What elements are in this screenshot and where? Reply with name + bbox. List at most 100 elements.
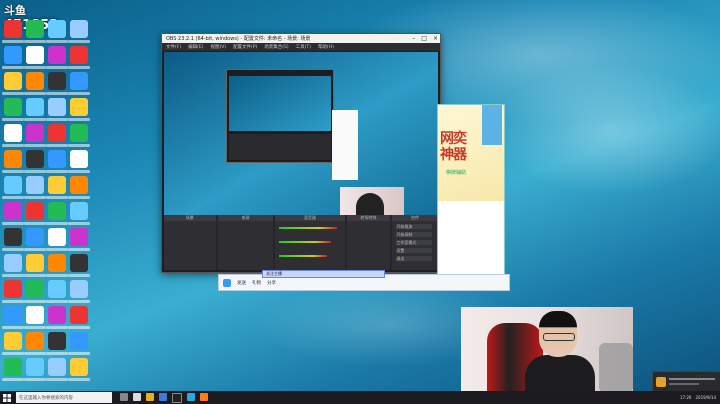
desktop-icon[interactable]	[2, 228, 24, 251]
desktop-icon[interactable]	[68, 306, 90, 329]
desktop-icon[interactable]	[68, 332, 90, 355]
desktop-icon[interactable]	[68, 150, 90, 173]
desktop-icon[interactable]	[24, 254, 46, 277]
obs-titlebar[interactable]: OBS 23.2.1 (64-bit, windows) - 配置文件: 未命名…	[162, 34, 440, 43]
dock-title: 来源	[217, 215, 274, 221]
desktop-icon[interactable]	[2, 306, 24, 329]
menu-profile[interactable]: 配置文件(P)	[233, 44, 257, 50]
desktop-icon[interactable]	[24, 332, 46, 355]
desktop-icon[interactable]	[2, 254, 24, 277]
desktop-icon[interactable]	[46, 202, 68, 225]
qq-icon[interactable]	[187, 392, 195, 401]
desktop-icon[interactable]	[68, 358, 90, 381]
desktop-icon[interactable]	[24, 150, 46, 173]
clock-time[interactable]: 17:26	[680, 395, 692, 400]
desktop-icon[interactable]	[46, 280, 68, 303]
desktop-icon[interactable]	[46, 228, 68, 251]
douyu-icon[interactable]	[200, 392, 208, 401]
desktop-icon[interactable]	[24, 124, 46, 147]
desktop-icon[interactable]	[46, 176, 68, 199]
menu-file[interactable]: 文件(F)	[166, 44, 181, 50]
desktop-icon[interactable]	[68, 98, 90, 121]
desktop-icon[interactable]	[2, 358, 24, 381]
desktop-icon[interactable]	[46, 124, 68, 147]
menu-edit[interactable]: 编辑(E)	[188, 44, 203, 50]
menu-help[interactable]: 帮助(H)	[318, 44, 334, 50]
desktop-icon[interactable]	[68, 176, 90, 199]
desktop-icon[interactable]	[24, 176, 46, 199]
desktop-icon[interactable]	[2, 20, 24, 43]
emoji-icon[interactable]	[223, 278, 231, 287]
desktop-icon[interactable]	[46, 46, 68, 69]
sources-dock[interactable]: 来源	[217, 215, 274, 270]
transitions-dock[interactable]: 转场特效	[346, 215, 391, 270]
desktop-icon[interactable]	[2, 150, 24, 173]
settings-button[interactable]: 设置	[396, 248, 433, 253]
scenes-dock[interactable]: 场景	[164, 215, 216, 270]
desktop-icon[interactable]	[46, 254, 68, 277]
desktop-icon[interactable]	[46, 150, 68, 173]
start-recording-button[interactable]: 开始录制	[396, 232, 433, 237]
desktop-icon[interactable]	[46, 72, 68, 95]
desktop-icon[interactable]	[2, 98, 24, 121]
start-button[interactable]	[0, 391, 14, 404]
chat-send[interactable]: 发送	[237, 280, 246, 286]
desktop-icon[interactable]	[24, 228, 46, 251]
desktop-icon[interactable]	[2, 202, 24, 225]
menu-scene-collection[interactable]: 场景集合(S)	[264, 44, 288, 50]
window-buttons: – □ ×	[412, 35, 438, 42]
desktop-icon[interactable]	[24, 280, 46, 303]
chat-share[interactable]: 分享	[267, 280, 276, 286]
menu-view[interactable]: 视图(V)	[210, 44, 226, 50]
desktop-icon[interactable]	[24, 46, 46, 69]
desktop-icon[interactable]	[46, 20, 68, 43]
follow-pill[interactable]: 关注主播	[262, 270, 385, 278]
desktop-icon[interactable]	[68, 72, 90, 95]
desktop-icon[interactable]	[68, 228, 90, 251]
exit-button[interactable]: 退出	[396, 256, 433, 261]
store-icon[interactable]	[159, 392, 167, 401]
mixer-dock[interactable]: 混音器	[275, 215, 345, 270]
desktop-icon[interactable]	[46, 332, 68, 355]
studio-mode-button[interactable]: 工作室模式	[396, 240, 433, 245]
desktop-icon[interactable]	[2, 332, 24, 355]
taskbar-search[interactable]: 在这里输入你要搜索的内容	[16, 392, 112, 403]
chat-gift[interactable]: 礼物	[252, 280, 261, 286]
dock-title: 控件	[392, 215, 438, 221]
desktop-icon[interactable]	[68, 280, 90, 303]
desktop-icon[interactable]	[68, 46, 90, 69]
task-view-icon[interactable]	[120, 392, 128, 401]
folder-icon[interactable]	[146, 392, 154, 401]
desktop-icon[interactable]	[24, 358, 46, 381]
desktop-icon[interactable]	[46, 98, 68, 121]
desktop-icon[interactable]	[24, 20, 46, 43]
desktop-icon[interactable]	[68, 202, 90, 225]
desktop-icon[interactable]	[2, 124, 24, 147]
desktop-icon[interactable]	[2, 46, 24, 69]
desktop-icon[interactable]	[68, 124, 90, 147]
obs-window[interactable]: OBS 23.2.1 (64-bit, windows) - 配置文件: 未命名…	[161, 33, 441, 273]
menu-tools[interactable]: 工具(T)	[296, 44, 311, 50]
promo-window[interactable]: 网奕 神器 棋牌辅助	[437, 104, 505, 290]
desktop-icon[interactable]	[2, 72, 24, 95]
desktop-icon[interactable]	[68, 20, 90, 43]
desktop-icon[interactable]	[68, 254, 90, 277]
desktop-icon[interactable]	[24, 202, 46, 225]
desktop-icon[interactable]	[2, 176, 24, 199]
close-icon[interactable]: ×	[433, 35, 438, 42]
controls-dock[interactable]: 控件 开始推流 开始录制 工作室模式 设置 退出	[392, 215, 438, 270]
minimize-icon[interactable]: –	[412, 35, 415, 42]
desktop-icon[interactable]	[24, 72, 46, 95]
start-streaming-button[interactable]: 开始推流	[396, 224, 433, 229]
wallpaper-wave	[480, 60, 720, 200]
desktop-icon[interactable]	[24, 306, 46, 329]
obs-icon[interactable]	[172, 392, 182, 403]
clock-date[interactable]: 2019/9/14	[695, 395, 716, 400]
desktop-icon[interactable]	[24, 98, 46, 121]
obs-dock: 场景 来源 混音器 转场特效 控件 开始推流 开始录制 工作室模式 设置 退出	[164, 215, 438, 270]
desktop-icon[interactable]	[46, 306, 68, 329]
desktop-icon[interactable]	[46, 358, 68, 381]
maximize-icon[interactable]: □	[421, 35, 427, 42]
edge-icon[interactable]	[133, 392, 141, 401]
desktop-icon[interactable]	[2, 280, 24, 303]
